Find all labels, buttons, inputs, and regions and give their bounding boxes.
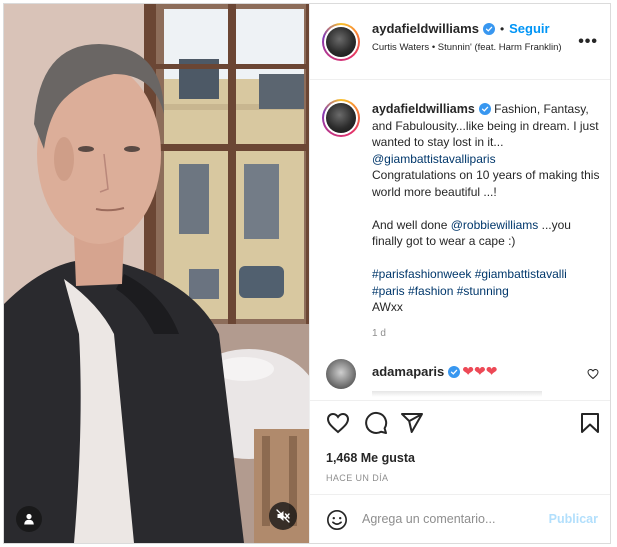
author-info: aydafieldwilliams • Seguir Curtis Waters… [372, 21, 562, 54]
commenter-avatar[interactable] [326, 359, 356, 389]
follow-button[interactable]: Seguir [509, 21, 549, 36]
separator-dot: • [499, 21, 505, 36]
audio-track-link[interactable]: Curtis Waters • Stunnin' (feat. Harm Fra… [372, 41, 562, 54]
caption-avatar[interactable] [322, 99, 360, 137]
comments-section: aydafieldwilliams Fashion, Fantasy, and … [310, 81, 610, 399]
caption-line-3a: And well done [372, 217, 451, 232]
hashtags-row-1[interactable]: #parisfashionweek #giambattistavalli [372, 267, 567, 281]
smiley-icon[interactable] [326, 509, 348, 531]
author-line: aydafieldwilliams • Seguir [372, 21, 562, 36]
comment-content: adamaparis ❤❤❤ [372, 363, 497, 380]
video-frame-image [4, 4, 309, 543]
comment-input[interactable] [362, 508, 537, 530]
mention-robbiewilliams[interactable]: @robbiewilliams [451, 218, 539, 232]
caption-signoff: AWxx [372, 300, 403, 314]
checkmark-icon [481, 106, 489, 112]
speech-bubble-icon[interactable] [364, 411, 388, 435]
heart-outline-icon[interactable] [326, 411, 350, 435]
more-options-icon[interactable]: ••• [578, 34, 598, 50]
post-video[interactable] [4, 4, 309, 543]
comment-overflow-fade [372, 391, 542, 397]
avatar-image [326, 103, 356, 133]
avatar-border [324, 101, 358, 135]
post-side-panel: aydafieldwilliams • Seguir Curtis Waters… [309, 4, 610, 543]
caption-line-2: Congratulations on 10 years of making th… [372, 168, 600, 199]
hashtags-row-2[interactable]: #paris #fashion #stunning [372, 284, 509, 298]
caption-text: aydafieldwilliams Fashion, Fantasy, and … [372, 101, 604, 342]
avatar-image [326, 27, 356, 57]
mute-toggle-button[interactable] [269, 502, 297, 530]
bookmark-icon[interactable] [578, 411, 602, 435]
tagged-users-button[interactable] [16, 506, 42, 532]
author-username[interactable]: aydafieldwilliams [372, 21, 479, 36]
commenter-username[interactable]: adamaparis [372, 364, 444, 379]
add-comment-bar: Publicar [310, 494, 610, 543]
avatar-border [324, 25, 358, 59]
comment-text: ❤❤❤ [462, 363, 498, 379]
post-timestamp[interactable]: HACE UN DÍA [326, 473, 388, 483]
verified-badge-icon [448, 365, 461, 378]
caption-age[interactable]: 1 d [372, 326, 604, 343]
paper-plane-icon[interactable] [400, 411, 424, 435]
author-avatar[interactable] [322, 23, 360, 61]
comment-item: adamaparis ❤❤❤ [322, 359, 607, 395]
verified-badge-icon [482, 22, 495, 35]
like-count[interactable]: 1,468 Me gusta [326, 451, 415, 465]
speaker-muted-icon [276, 509, 290, 523]
verified-badge-icon [478, 103, 491, 115]
checkmark-icon [485, 26, 493, 32]
publish-button[interactable]: Publicar [549, 512, 598, 526]
action-bar [310, 400, 610, 448]
checkmark-icon [451, 369, 458, 375]
caption-username[interactable]: aydafieldwilliams [372, 102, 475, 116]
mention-giambattistavalliparis[interactable]: @giambattistavalliparis [372, 152, 496, 166]
comment-like-heart-icon[interactable] [587, 368, 599, 380]
post-header: aydafieldwilliams • Seguir Curtis Waters… [310, 4, 610, 80]
post-modal: aydafieldwilliams • Seguir Curtis Waters… [3, 3, 611, 544]
person-icon [24, 513, 34, 525]
